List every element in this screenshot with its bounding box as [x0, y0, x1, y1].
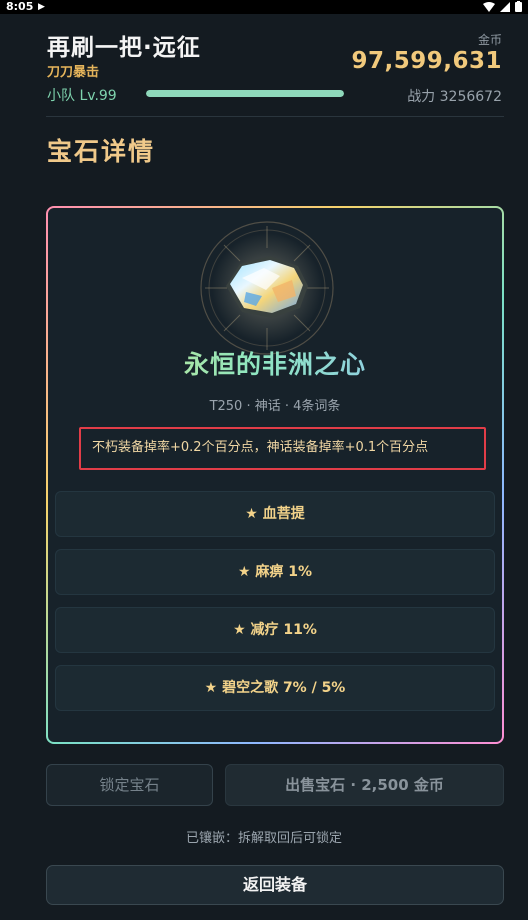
signal-icon: [500, 1, 510, 12]
squad-xp-fill: [146, 90, 344, 97]
gem-detail-card: 永恒的非洲之心 T250 · 神话 · 4条词条 不朽装备掉率+0.2个百分点，…: [46, 206, 504, 744]
sell-gem-button[interactable]: 出售宝石 · 2,500 金币: [225, 764, 504, 806]
combat-power: 战力 3256672: [407, 89, 502, 105]
battery-icon: [515, 1, 522, 12]
header-divider: [46, 116, 504, 117]
status-bar: 8:05 ▶: [0, 0, 528, 14]
play-icon: ▶: [38, 2, 45, 12]
app-title: 再刷一把·远征: [47, 35, 201, 61]
squad-xp-bar: [146, 90, 344, 97]
status-time: 8:05: [6, 0, 34, 13]
affix-row: ★ 碧空之歌 7% / 5%: [55, 665, 495, 711]
coin-label: 金币: [477, 33, 502, 47]
status-icons: [483, 1, 522, 12]
gem-name: 永恒的非洲之心: [48, 345, 502, 381]
affix-row: ★ 血菩提: [55, 491, 495, 537]
gem-meta: T250 · 神话 · 4条词条: [209, 399, 341, 414]
inlay-note: 已镶嵌：拆解取回后可锁定: [185, 831, 342, 846]
back-to-equipment-button[interactable]: 返回装备: [46, 865, 504, 905]
app-subtitle: 刀刀暴击: [47, 65, 100, 80]
affix-row: ★ 减疗 11%: [55, 607, 495, 653]
page-title: 宝石详情: [47, 137, 156, 166]
coin-balance: 97,599,631: [351, 48, 502, 74]
wifi-icon: [483, 1, 495, 12]
gem-effect-text: 不朽装备掉率+0.2个百分点，神话装备掉率+0.1个百分点: [79, 427, 486, 470]
lock-gem-button[interactable]: 锁定宝石: [46, 764, 213, 806]
squad-level: 小队 Lv.99: [47, 88, 117, 104]
affix-row: ★ 麻痹 1%: [55, 549, 495, 595]
